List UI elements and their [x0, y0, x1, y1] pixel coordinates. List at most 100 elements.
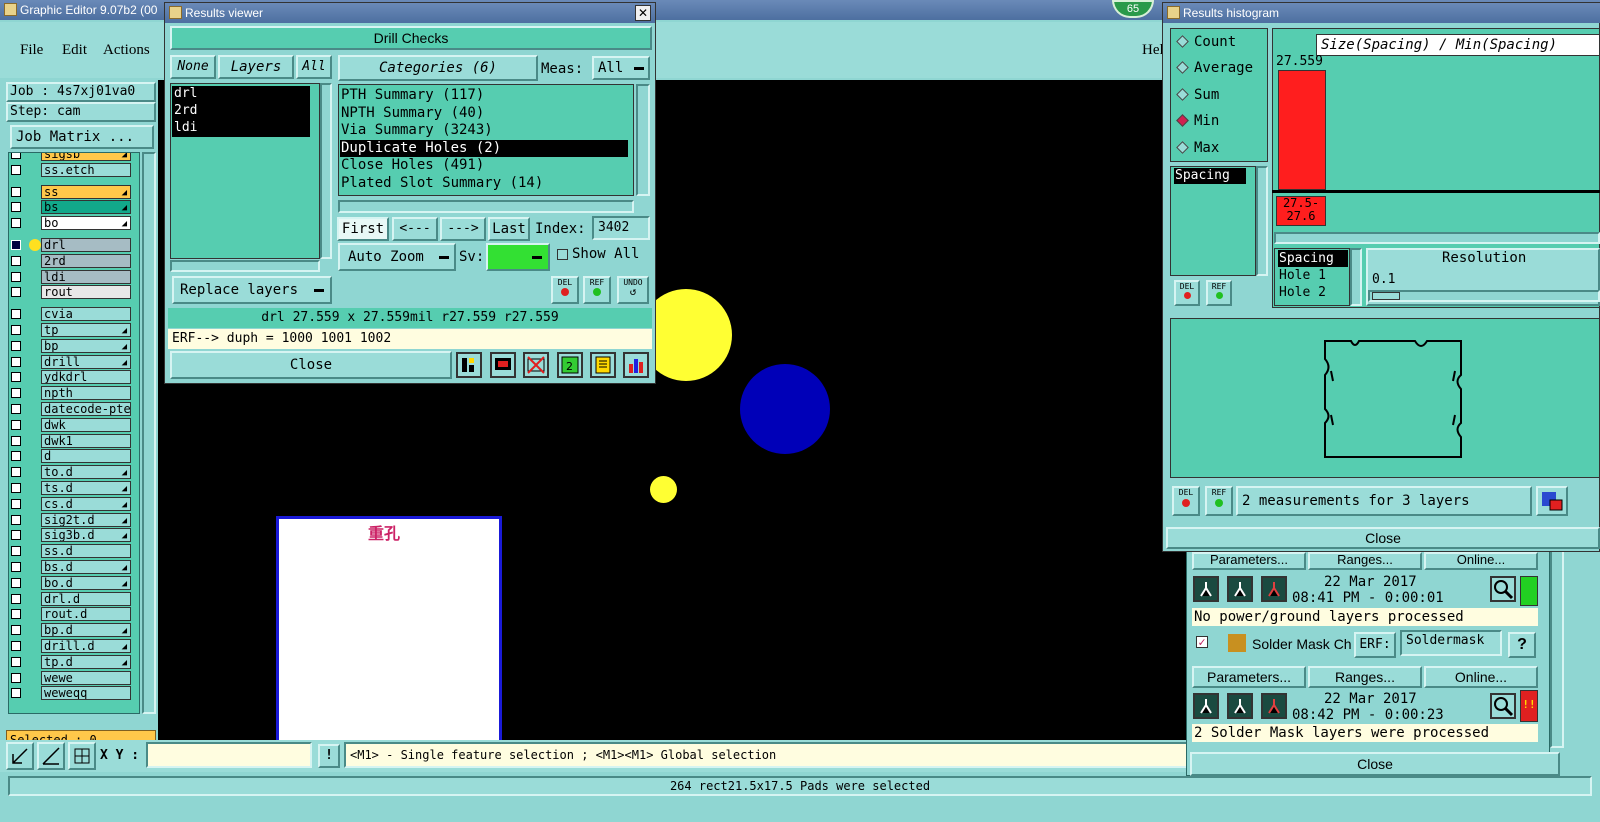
- menu-actions[interactable]: Actions: [103, 42, 150, 59]
- layer-row[interactable]: ldi: [9, 269, 131, 284]
- layer-row[interactable]: rout: [9, 285, 131, 300]
- layer-row[interactable]: datecode-pte: [9, 402, 131, 416]
- job-matrix-button[interactable]: Job Matrix ...: [10, 125, 154, 149]
- category-item[interactable]: PTH Summary (117): [340, 87, 628, 105]
- layer-row[interactable]: 2rd: [9, 253, 131, 268]
- layer-checkbox[interactable]: [11, 656, 21, 667]
- layer-row[interactable]: bo.d ◢: [9, 575, 131, 590]
- export-icon[interactable]: [1536, 486, 1568, 516]
- layer-row[interactable]: ss ◢: [9, 184, 131, 199]
- screen-icon[interactable]: [490, 352, 516, 378]
- layer-checkbox[interactable]: [11, 562, 21, 572]
- layer-checkbox[interactable]: [11, 153, 21, 159]
- layer-row[interactable]: drl: [9, 238, 131, 252]
- layer-checkbox[interactable]: [11, 218, 21, 229]
- bar-range-label[interactable]: 27.5- 27.6: [1276, 196, 1326, 226]
- all-button[interactable]: All: [296, 55, 332, 79]
- layer-row[interactable]: drl.d: [9, 591, 131, 606]
- layer-checkbox[interactable]: [11, 340, 21, 351]
- checklist-scrollbar[interactable]: [1550, 548, 1564, 748]
- categories-hscrollbar[interactable]: [338, 200, 634, 213]
- layer-row[interactable]: weweqq: [9, 686, 131, 701]
- layer-checkbox[interactable]: [11, 325, 21, 335]
- menu-file[interactable]: File: [20, 42, 43, 59]
- aggregate-option-average[interactable]: Average: [1172, 58, 1266, 84]
- layer-checkbox[interactable]: [11, 609, 21, 620]
- layer-row[interactable]: ss.etch: [9, 162, 131, 177]
- menu-edit[interactable]: Edit: [62, 42, 87, 59]
- hist-del-icon-2[interactable]: DEL: [1172, 486, 1200, 516]
- layer-row[interactable]: to.d ◢: [9, 465, 131, 480]
- zoom-icon[interactable]: [6, 742, 34, 770]
- run-icon-2[interactable]: [1193, 693, 1219, 719]
- layer-checkbox[interactable]: [11, 186, 21, 197]
- histogram-bar[interactable]: [1278, 70, 1326, 190]
- rv-layer-item[interactable]: drl: [172, 86, 310, 103]
- parameters-button-2[interactable]: Parameters...: [1192, 666, 1306, 688]
- layer-checkbox[interactable]: [11, 641, 21, 651]
- layer-checkbox[interactable]: [11, 164, 21, 175]
- layer-row[interactable]: bs ◢: [9, 200, 131, 215]
- layers-button[interactable]: Layers: [218, 55, 294, 79]
- run-all-icon-2[interactable]: [1227, 693, 1253, 719]
- graph-icon[interactable]: [456, 352, 482, 378]
- sv-color-dropdown[interactable]: [486, 243, 550, 271]
- layer-checkbox[interactable]: [11, 625, 21, 636]
- hist-del-icon[interactable]: DEL: [1174, 280, 1200, 306]
- erf-input[interactable]: Soldermask: [1400, 630, 1502, 656]
- layer-row[interactable]: rout.d: [9, 607, 131, 622]
- solder-mask-checkbox[interactable]: ✓: [1196, 636, 1208, 648]
- aggregate-option-max[interactable]: Max: [1172, 138, 1266, 164]
- sort-list-item[interactable]: Hole 2: [1278, 284, 1348, 301]
- first-button[interactable]: First: [337, 217, 389, 241]
- clear-icon[interactable]: [523, 352, 549, 378]
- last-button[interactable]: Last: [488, 217, 530, 241]
- none-button[interactable]: None: [170, 55, 216, 79]
- histogram-close-button[interactable]: Close: [1166, 527, 1600, 549]
- layer-checkbox[interactable]: [11, 593, 21, 604]
- layer-checkbox[interactable]: [11, 467, 21, 478]
- layer-row[interactable]: tp.d ◢: [9, 654, 131, 669]
- ranges-button-1[interactable]: Ranges...: [1308, 552, 1422, 570]
- layer-checkbox[interactable]: [11, 419, 21, 430]
- layer-checkbox[interactable]: [11, 287, 21, 298]
- layer-checkbox[interactable]: [11, 309, 21, 320]
- sort-list-item[interactable]: Spacing: [1278, 250, 1348, 267]
- layer-row[interactable]: wewe: [9, 670, 131, 685]
- aggregate-option-sum[interactable]: Sum: [1172, 85, 1266, 111]
- aggregate-option-count[interactable]: Count: [1172, 32, 1266, 58]
- show-all-checkbox[interactable]: [557, 249, 568, 260]
- layer-row[interactable]: bp.d ◢: [9, 623, 131, 638]
- layer-checkbox[interactable]: [11, 271, 21, 282]
- layer-checkbox[interactable]: [11, 514, 21, 525]
- auto-zoom-dropdown[interactable]: Auto Zoom: [338, 243, 456, 271]
- hist-ref-icon-2[interactable]: REF: [1205, 486, 1233, 516]
- report-icon[interactable]: [590, 352, 616, 378]
- layer-row[interactable]: bs.d ◢: [9, 560, 131, 574]
- meas-dropdown[interactable]: All: [592, 56, 650, 80]
- measure-list-item[interactable]: Spacing: [1174, 168, 1246, 184]
- alert-icon[interactable]: !: [318, 744, 340, 768]
- stop-icon[interactable]: [1261, 576, 1287, 602]
- category-item[interactable]: Duplicate Holes (2): [340, 139, 628, 158]
- layer-checkbox[interactable]: [11, 483, 21, 493]
- layer-row[interactable]: sig2t.d ◢: [9, 512, 131, 527]
- layer-checkbox[interactable]: [11, 404, 21, 414]
- index-input[interactable]: 3402: [592, 216, 650, 240]
- layer-checkbox[interactable]: [11, 546, 21, 557]
- layer-checkbox[interactable]: [11, 240, 21, 250]
- category-item[interactable]: Plated Slot Summary (14): [340, 175, 628, 193]
- parameters-button-1[interactable]: Parameters...: [1192, 552, 1306, 570]
- resolution-slider-thumb[interactable]: [1372, 292, 1400, 300]
- grid-icon[interactable]: [68, 742, 96, 770]
- zoom-in-icon[interactable]: [1490, 576, 1516, 602]
- categories-scrollbar[interactable]: [636, 84, 650, 196]
- run-icon[interactable]: [1193, 576, 1219, 602]
- rv-layer-item[interactable]: 2rd: [172, 103, 310, 120]
- layer-row[interactable]: bp ◢: [9, 338, 131, 353]
- next-button[interactable]: --->: [440, 217, 486, 241]
- layer-checkbox[interactable]: [11, 688, 21, 699]
- measure-list-scrollbar[interactable]: [1256, 166, 1268, 276]
- close-icon[interactable]: ✕: [635, 5, 651, 21]
- zoom-in-icon-2[interactable]: [1490, 693, 1516, 719]
